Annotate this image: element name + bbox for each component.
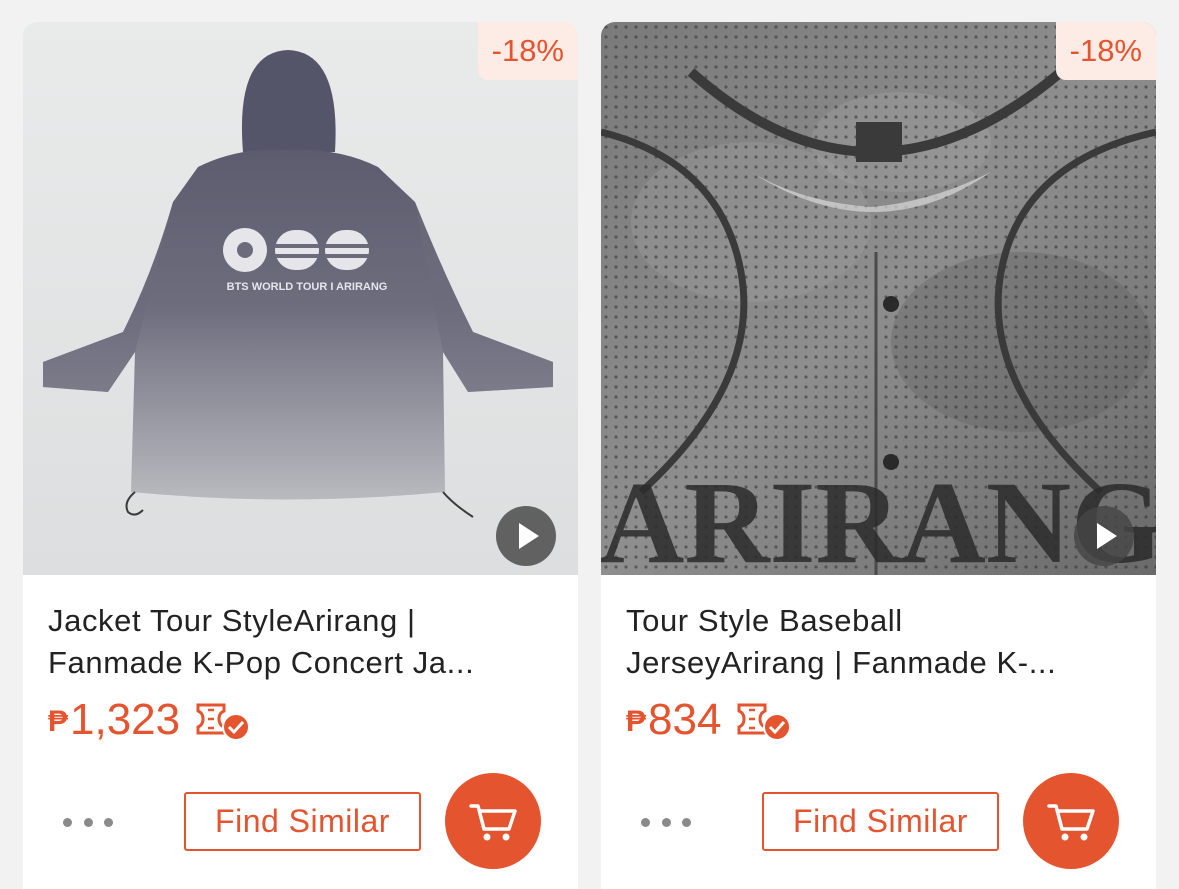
find-similar-button[interactable]: Find Similar: [184, 792, 421, 851]
find-similar-button[interactable]: Find Similar: [762, 792, 999, 851]
price-row: ₱ 834: [626, 692, 793, 748]
product-price: 834: [648, 695, 722, 744]
product-title-line: JerseyArirang | Fanmade K-...: [626, 645, 1057, 680]
cart-icon: [469, 804, 517, 841]
product-price: 1,323: [70, 695, 181, 744]
product-title[interactable]: Jacket Tour StyleArirang | Fanmade K-Pop…: [48, 600, 553, 684]
discount-badge: -18%: [1055, 22, 1156, 80]
jacket-print-text: BTS WORLD TOUR I ARIRANG: [227, 281, 388, 293]
voucher-check-icon: [194, 697, 252, 743]
product-card[interactable]: BTS WORLD TOUR I ARIRANG -18% Jacket Tou…: [23, 22, 578, 889]
voucher-check-icon: [735, 697, 793, 743]
price-row: ₱ 1,323: [48, 692, 252, 748]
product-grid: BTS WORLD TOUR I ARIRANG -18% Jacket Tou…: [0, 0, 1179, 889]
product-image-jersey[interactable]: ARIRANG -18%: [601, 22, 1156, 575]
more-dots-icon[interactable]: [641, 812, 691, 832]
currency-symbol: ₱: [626, 705, 647, 738]
more-dots-icon[interactable]: [63, 812, 113, 832]
jersey-print-text: ARIRANG: [601, 457, 1156, 575]
product-card[interactable]: ARIRANG -18% Tour Style Baseball JerseyA…: [601, 22, 1156, 889]
product-title-line: Jacket Tour StyleArirang |: [48, 603, 416, 638]
product-title-line: Tour Style Baseball: [626, 603, 903, 638]
add-to-cart-button[interactable]: [1023, 773, 1119, 869]
add-to-cart-button[interactable]: [445, 773, 541, 869]
discount-badge: -18%: [477, 22, 578, 80]
product-image-jacket[interactable]: BTS WORLD TOUR I ARIRANG -18%: [23, 22, 578, 575]
play-icon[interactable]: [496, 506, 556, 566]
product-title[interactable]: Tour Style Baseball JerseyArirang | Fanm…: [626, 600, 1131, 684]
play-icon[interactable]: [1074, 506, 1134, 566]
product-title-line: Fanmade K-Pop Concert Ja...: [48, 645, 475, 680]
cart-icon: [1047, 804, 1095, 841]
currency-symbol: ₱: [48, 705, 69, 738]
